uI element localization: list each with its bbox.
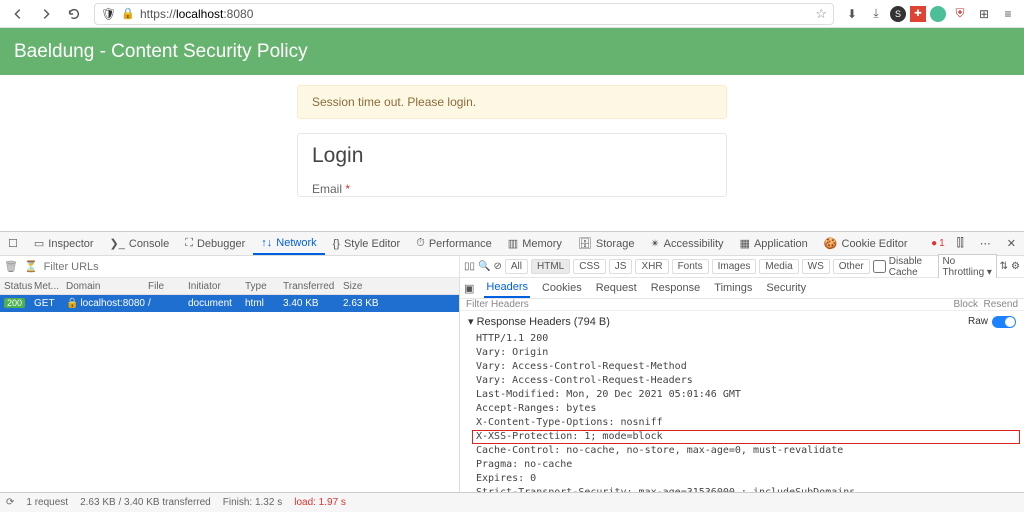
type-js[interactable]: JS [609, 259, 633, 274]
reload-button[interactable] [62, 3, 86, 25]
session-timeout-alert: Session time out. Please login. [297, 85, 727, 119]
ext-icon-green[interactable] [930, 6, 946, 22]
lock-icon: 🔒 [66, 298, 78, 309]
browser-toolbar: 🛡 🔒 https://localhost:8080 ☆ ⬇ ⤓ S ✚ ⛨ ⊞… [0, 0, 1024, 28]
bookmark-star-icon[interactable]: ☆ [815, 6, 827, 22]
disable-cache-checkbox[interactable]: Disable Cache [873, 256, 936, 278]
tab-cookie[interactable]: 🍪 Cookie Editor [816, 232, 916, 255]
status-transferred: 2.63 KB / 3.40 KB transferred [80, 497, 211, 508]
request-row[interactable]: 200 GET 🔒localhost:8080 / document html … [0, 295, 459, 312]
tab-cookies[interactable]: Cookies [540, 279, 584, 297]
type-images[interactable]: Images [712, 259, 757, 274]
shield-icon: 🛡 [101, 7, 116, 21]
tab-response[interactable]: Response [649, 279, 703, 297]
tab-network[interactable]: ↑↓ Network [253, 232, 324, 255]
response-headers-section[interactable]: ▾ Response Headers (794 B) Raw [460, 311, 1024, 332]
resend-link[interactable]: Resend [984, 299, 1018, 310]
tab-debugger[interactable]: ⛶ Debugger [177, 232, 253, 255]
page-title: Baeldung - Content Security Policy [14, 41, 308, 63]
gear-icon[interactable]: ⚙ [1011, 261, 1020, 272]
toolbox-picker[interactable]: ☐ [0, 232, 26, 255]
filter-icon[interactable]: ⏳ [24, 260, 38, 273]
downloads-icon[interactable]: ⬇ [842, 4, 862, 24]
tab-security[interactable]: Security [764, 279, 808, 297]
email-label: Email * [312, 182, 712, 196]
tab-memory[interactable]: ▥ Memory [500, 232, 570, 255]
devtools-dock-button[interactable]: ⫿⫿ [949, 232, 972, 255]
ext-icon-dark[interactable]: S [890, 6, 906, 22]
detail-tabs: ▣ Headers Cookies Request Response Timin… [460, 278, 1024, 299]
request-list: StatusMet...DomainFileInitiatorTypeTrans… [0, 278, 460, 492]
request-detail: ▣ Headers Cookies Request Response Timin… [460, 278, 1024, 492]
har-icon[interactable]: ⇅ [1000, 261, 1008, 272]
response-headers-raw: HTTP/1.1 200 Vary: Origin Vary: Access-C… [460, 332, 1024, 492]
status-requests: 1 request [26, 497, 68, 508]
filter-headers-placeholder: Filter Headers [466, 299, 529, 310]
forward-button[interactable] [34, 3, 58, 25]
pause-icon[interactable]: ▯▯ [464, 261, 475, 272]
toggle-on-icon [992, 316, 1016, 328]
devtools-panel: ☐ ▭ Inspector ❯_ Console ⛶ Debugger ↑↓ N… [0, 231, 1024, 512]
block-icon[interactable]: ⊘ [493, 261, 501, 272]
type-xhr[interactable]: XHR [635, 259, 668, 274]
save-icon[interactable]: ⤓ [866, 4, 886, 24]
tab-performance[interactable]: ⏱ Performance [408, 232, 500, 255]
stopwatch-icon: ⟳ [6, 497, 14, 508]
tab-request[interactable]: Request [594, 279, 639, 297]
login-heading: Login [312, 144, 712, 168]
extensions-icon[interactable]: ⊞ [974, 4, 994, 24]
raw-toggle[interactable]: Raw [968, 316, 1016, 328]
menu-icon[interactable]: ≡ [998, 4, 1018, 24]
tab-console[interactable]: ❯_ Console [102, 232, 178, 255]
login-card: Login Email * [297, 133, 727, 197]
highlight-xss: X-XSS-Protection: 1; mode=block [476, 430, 1016, 444]
type-ws[interactable]: WS [802, 259, 830, 274]
lock-icon: 🔒 [121, 7, 135, 20]
devtools-tabstrip: ☐ ▭ Inspector ❯_ Console ⛶ Debugger ↑↓ N… [0, 232, 1024, 256]
back-button[interactable] [6, 3, 30, 25]
ublock-icon[interactable]: ⛨ [950, 4, 970, 24]
network-toolbar: 🗑 ⏳ ▯▯ 🔍 ⊘ All HTML CSS JS XHR Fonts Ima… [0, 256, 1024, 278]
tab-headers[interactable]: Headers [484, 278, 530, 298]
headers-filter[interactable]: Filter Headers Block Resend [460, 299, 1024, 311]
tab-accessibility[interactable]: ✴ Accessibility [642, 232, 731, 255]
tab-style[interactable]: {} Style Editor [325, 232, 409, 255]
search-icon[interactable]: 🔍 [478, 261, 490, 272]
devtools-close-button[interactable]: ✕ [999, 232, 1024, 255]
status-load: load: 1.97 s [294, 497, 346, 508]
detail-back[interactable]: ▣ [464, 282, 474, 295]
type-fonts[interactable]: Fonts [672, 259, 709, 274]
request-list-header: StatusMet...DomainFileInitiatorTypeTrans… [0, 278, 459, 295]
type-media[interactable]: Media [759, 259, 798, 274]
url-bar[interactable]: 🛡 🔒 https://localhost:8080 ☆ [94, 3, 834, 25]
devtools-more-button[interactable]: ⋯ [972, 232, 999, 255]
url-text: https://localhost:8080 [140, 7, 253, 21]
error-badge[interactable]: ● 1 [927, 232, 949, 255]
tab-timings[interactable]: Timings [712, 279, 754, 297]
network-status-bar: ⟳ 1 request 2.63 KB / 3.40 KB transferre… [0, 492, 1024, 512]
ext-icon-red[interactable]: ✚ [910, 6, 926, 22]
tab-inspector[interactable]: ▭ Inspector [26, 232, 102, 255]
filter-urls-input[interactable] [44, 261, 186, 273]
type-all[interactable]: All [505, 259, 528, 274]
block-link[interactable]: Block [954, 299, 978, 310]
type-html[interactable]: HTML [531, 259, 570, 274]
trash-icon[interactable]: 🗑 [4, 260, 18, 273]
type-other[interactable]: Other [833, 259, 870, 274]
tab-storage[interactable]: 🗄 Storage [570, 232, 643, 255]
page-title-bar: Baeldung - Content Security Policy [0, 28, 1024, 75]
status-finish: Finish: 1.32 s [223, 497, 282, 508]
page-body: Session time out. Please login. Login Em… [0, 75, 1024, 231]
type-css[interactable]: CSS [573, 259, 606, 274]
tab-application[interactable]: ▦ Application [732, 232, 816, 255]
throttling-select[interactable]: No Throttling ▾ [938, 254, 996, 280]
